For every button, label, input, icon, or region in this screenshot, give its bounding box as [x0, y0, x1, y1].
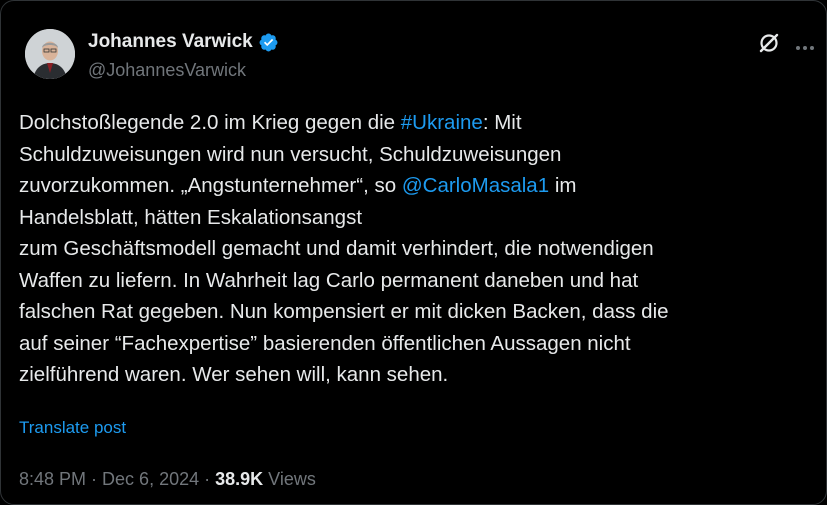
verified-badge-icon: [258, 32, 279, 53]
author-name-row: Johannes Varwick: [88, 31, 279, 53]
tweet-text-line: Dolchstoßlegende 2.0 im Krieg gegen die …: [19, 107, 819, 139]
tweet-date[interactable]: Dec 6, 2024: [102, 469, 199, 489]
tweet-text-segment: Dolchstoßlegende 2.0 im Krieg gegen die: [19, 111, 401, 134]
views-label: Views: [263, 469, 316, 489]
tweet-text-segment: falschen Rat gegeben. Nun kompensiert er…: [19, 300, 669, 323]
tweet-text-line: auf seiner “Fachexpertise” basierenden ö…: [19, 328, 819, 360]
tweet-text-segment: zuvorzukommen. „Angstunternehmer“, so: [19, 174, 402, 197]
meta-separator: ·: [199, 469, 216, 489]
tweet-text: Dolchstoßlegende 2.0 im Krieg gegen die …: [19, 107, 819, 391]
more-icon[interactable]: [794, 39, 816, 50]
meta-separator: ·: [86, 469, 103, 489]
views-count: 38.9K: [215, 469, 264, 489]
author-display-name[interactable]: Johannes Varwick: [88, 31, 253, 53]
tweet-text-segment: zum Geschäftsmodell gemacht und damit ve…: [19, 237, 654, 260]
avatar[interactable]: [25, 29, 75, 79]
tweet-text-segment: Handelsblatt, hätten Eskalationsangst: [19, 205, 363, 229]
tweet-text-segment: Waffen zu liefern. In Wahrheit lag Carlo…: [19, 268, 639, 292]
translate-post-link[interactable]: Translate post: [19, 418, 126, 438]
tweet-text-line: falschen Rat gegeben. Nun kompensiert er…: [19, 296, 819, 328]
tweet-text-line: Waffen zu liefern. In Wahrheit lag Carlo…: [19, 265, 819, 297]
tweet-text-line: zielführend waren. Wer sehen will, kann …: [19, 359, 819, 391]
tweet-text-line: Handelsblatt, hätten Eskalationsangst: [19, 202, 819, 234]
tweet-text-line: Schuldzuweisungen wird nun versucht, Sch…: [19, 139, 819, 171]
tweet-card: Johannes Varwick @JohannesVarwick Dolchs…: [0, 0, 827, 505]
author-handle[interactable]: @JohannesVarwick: [88, 60, 246, 81]
tweet-text-line: zum Geschäftsmodell gemacht und damit ve…: [19, 233, 819, 265]
grok-icon[interactable]: [757, 31, 781, 55]
hashtag-link[interactable]: #Ukraine: [401, 111, 483, 134]
tweet-text-segment: Schuldzuweisungen wird nun versucht, Sch…: [19, 142, 562, 166]
tweet-text-segment: auf seiner “Fachexpertise” basierenden ö…: [19, 331, 631, 355]
tweet-text-segment: : Mit: [482, 111, 522, 134]
tweet-time[interactable]: 8:48 PM: [19, 469, 86, 489]
tweet-text-segment: im: [549, 174, 577, 197]
tweet-text-line: zuvorzukommen. „Angstunternehmer“, so @C…: [19, 170, 819, 202]
tweet-meta: 8:48 PM · Dec 6, 2024 · 38.9K Views: [19, 469, 316, 490]
tweet-text-segment: zielführend waren. Wer sehen will, kann …: [19, 363, 449, 386]
mention-link[interactable]: @CarloMasala1: [402, 174, 549, 197]
